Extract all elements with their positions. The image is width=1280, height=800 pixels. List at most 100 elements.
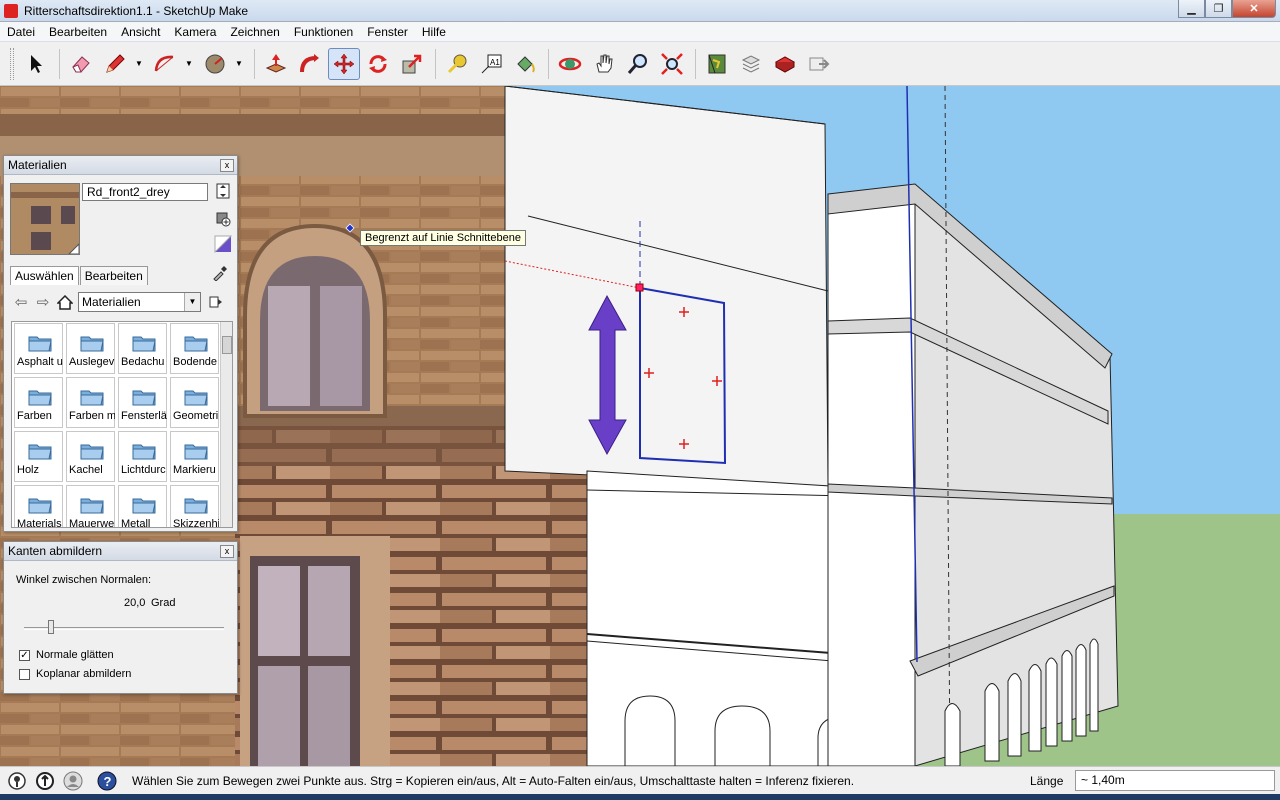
help-icon[interactable]: ? [96,770,118,792]
zoom-extents-icon [661,52,683,75]
create-material-button[interactable] [214,210,232,228]
smooth-normals-row[interactable]: ✓ Normale glätten [19,649,114,661]
material-folder[interactable]: Lichtdurc [118,431,167,482]
material-folder[interactable]: Farben m [66,377,115,428]
menu-datei[interactable]: Datei [0,22,42,42]
arc-tool-button[interactable] [149,48,181,80]
default-material-button[interactable] [214,235,232,253]
extension-warehouse-button[interactable] [803,48,835,80]
folder-icon [132,336,156,352]
material-folder[interactable]: Mauerwe [66,485,115,528]
menu-funktionen[interactable]: Funktionen [287,22,360,42]
geo-location-icon[interactable] [6,770,28,792]
soften-coplanar-checkbox[interactable] [19,668,30,680]
pan-tool-button[interactable] [588,48,620,80]
white-building-upper [504,86,829,487]
select-tool-button[interactable] [20,48,52,80]
folder-icon [132,444,156,460]
text-tool-button[interactable]: A1 [475,48,507,80]
angle-slider-thumb[interactable] [48,620,54,634]
material-folder[interactable]: Markieru [170,431,219,482]
window-pane [258,666,300,766]
chevron-down-icon[interactable]: ▼ [184,293,200,311]
material-folder[interactable]: Materials [14,485,63,527]
menu-bearbeiten[interactable]: Bearbeiten [42,22,114,42]
minimize-button[interactable]: ▁ [1178,0,1205,18]
pencil-tool-button[interactable] [99,48,131,80]
move-tool-button[interactable] [328,47,360,80]
tab-auswaehlen[interactable]: Auswählen [10,266,79,285]
materials-nav-bar: ⇦ ⇨ Materialien ▼ [10,291,234,313]
material-folder[interactable]: Holz [14,431,63,482]
forward-arrow-icon[interactable]: ⇨ [32,292,54,312]
menu-ansicht[interactable]: Ansicht [114,22,167,42]
measurement-value-field[interactable]: ~ 1,40m [1075,770,1275,791]
material-folder[interactable]: Skizzenhi [170,485,219,527]
zoom-tool-button[interactable] [622,48,654,80]
material-collection-select[interactable]: Materialien ▼ [78,292,201,312]
material-folder[interactable]: Auslegev [66,323,115,374]
paint-bucket-tool-button[interactable] [509,48,541,80]
material-folder[interactable]: Farben [14,377,63,428]
material-folder[interactable]: Metall [118,485,167,527]
menu-fenster[interactable]: Fenster [360,22,415,42]
maximize-button[interactable]: ❐ [1205,0,1232,18]
material-folder[interactable]: Geometri [170,377,219,428]
components-button[interactable] [769,48,801,80]
zoom-extents-tool-button[interactable] [656,48,688,80]
push-pull-tool-button[interactable] [260,48,292,80]
materials-scrollbar[interactable] [220,322,232,527]
material-folder[interactable]: Kachel [66,431,115,482]
3d-warehouse-button[interactable] [701,48,733,80]
sample-paint-button[interactable] [211,264,229,282]
material-folder[interactable]: Fensterlä [118,377,167,428]
share-model-button[interactable] [735,48,767,80]
soften-panel-header[interactable]: Kanten abmildern [4,542,237,561]
home-icon[interactable] [54,292,76,312]
material-folder-label: Farben m [69,410,115,422]
materials-panel-header[interactable]: Materialien [4,156,237,175]
scale-icon [402,54,422,73]
menu-zeichnen[interactable]: Zeichnen [223,22,286,42]
toolbar-separator [59,48,60,79]
tape-measure-icon [447,54,467,73]
material-folder-label: Mauerwe [69,518,115,528]
material-name-field[interactable]: Rd_front2_drey [82,183,208,201]
back-arrow-icon[interactable]: ⇦ [10,292,32,312]
follow-me-tool-button[interactable] [294,48,326,80]
display-secondary-selection-button[interactable] [214,182,232,200]
material-preview-swatch [10,183,80,255]
pencil-dropdown-arrow[interactable]: ▼ [133,48,145,80]
tab-bearbeiten[interactable]: Bearbeiten [79,266,148,285]
toolbar-grip[interactable] [10,47,14,80]
soften-close-button[interactable]: x [220,545,234,558]
white-building-lower [586,470,831,766]
smooth-normals-checkbox[interactable]: ✓ [19,649,30,661]
menu-hilfe[interactable]: Hilfe [415,22,453,42]
soften-coplanar-row[interactable]: Koplanar abmildern [19,668,131,680]
angle-slider-track[interactable] [24,627,224,630]
user-account-icon[interactable] [62,770,84,792]
circle-dropdown-arrow[interactable]: ▼ [233,48,245,80]
grip-point[interactable] [635,283,644,292]
arc-dropdown-arrow[interactable]: ▼ [183,48,195,80]
eraser-tool-button[interactable] [65,48,97,80]
scrollbar-thumb[interactable] [222,336,232,354]
move-arrows-icon [333,53,355,74]
material-folder[interactable]: Asphalt u [14,323,63,374]
menu-kamera[interactable]: Kamera [167,22,223,42]
scale-tool-button[interactable] [396,48,428,80]
tape-measure-tool-button[interactable] [441,48,473,80]
close-button[interactable]: ✕ [1232,0,1276,18]
material-folder[interactable]: Bedachu [118,323,167,374]
credits-icon[interactable] [34,770,56,792]
materials-panel: Materialien x Rd_front2_drey Auswählen B… [3,155,238,532]
circle-tool-button[interactable] [199,48,231,80]
details-icon[interactable] [205,292,227,312]
materials-panel-title: Materialien [8,158,67,172]
material-folder[interactable]: Bodende [170,323,219,374]
magnifier-icon [627,53,647,74]
rotate-tool-button[interactable] [362,48,394,80]
orbit-tool-button[interactable] [554,48,586,80]
materials-close-button[interactable]: x [220,159,234,172]
